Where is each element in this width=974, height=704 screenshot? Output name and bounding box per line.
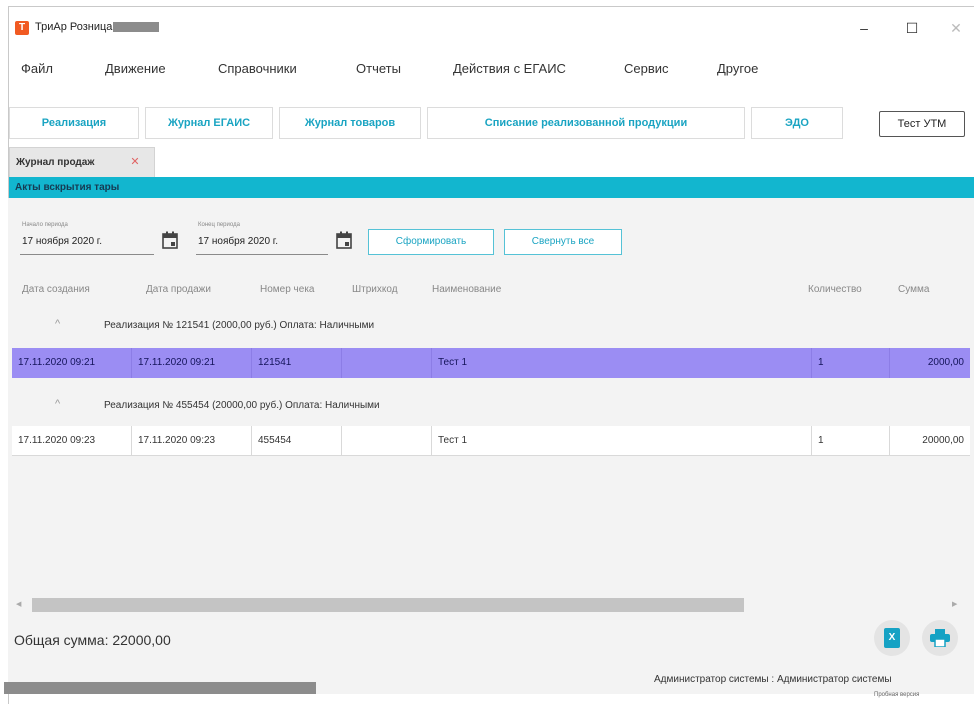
column-header-created[interactable]: Дата создания xyxy=(22,284,90,295)
total-sum: Общая сумма: 22000,00 xyxy=(14,632,171,648)
cell-created: 17.11.2020 09:23 xyxy=(12,426,132,456)
cell-qty: 1 xyxy=(812,348,890,378)
column-header-name[interactable]: Наименование xyxy=(432,284,501,295)
tab-sales-journal[interactable]: Журнал продаж ✕ xyxy=(9,147,155,177)
status-user: Администратор системы : Администратор си… xyxy=(654,674,892,685)
close-tab-icon[interactable]: ✕ xyxy=(128,155,142,169)
menu-references[interactable]: Справочники xyxy=(218,61,297,76)
test-utm-button[interactable]: Тест УТМ xyxy=(879,111,965,137)
column-header-sum[interactable]: Сумма xyxy=(898,284,929,295)
start-period-label: Начало периода xyxy=(22,222,68,228)
calendar-icon[interactable] xyxy=(162,231,178,249)
print-button[interactable] xyxy=(922,620,958,656)
tab-sales[interactable]: Реализация xyxy=(9,107,139,139)
group-title: Реализация № 121541 (2000,00 руб.) Оплат… xyxy=(104,320,375,331)
app-title: ТриАр Розница xyxy=(35,21,113,33)
tab-goods-journal[interactable]: Журнал товаров xyxy=(279,107,421,139)
cell-sold: 17.11.2020 09:23 xyxy=(132,426,252,456)
cell-sold: 17.11.2020 09:21 xyxy=(132,348,252,378)
generate-button[interactable]: Сформировать xyxy=(368,229,494,255)
app-logo-icon: Т xyxy=(15,21,29,35)
menu-other[interactable]: Другое xyxy=(717,61,758,76)
end-period-input[interactable]: 17 ноября 2020 г. xyxy=(198,236,278,247)
doc-tab-label: Журнал продаж xyxy=(16,157,95,168)
cell-name: Тест 1 xyxy=(432,426,812,456)
menu-service[interactable]: Сервис xyxy=(624,61,669,76)
scrollbar-thumb[interactable] xyxy=(32,598,744,612)
tab-write-off[interactable]: Списание реализованной продукции xyxy=(427,107,745,139)
minimize-button[interactable]: – xyxy=(851,17,877,39)
scroll-right-icon[interactable]: ▶ xyxy=(952,600,957,608)
excel-icon: X xyxy=(884,628,900,648)
horizontal-scrollbar[interactable]: ◀ ▶ xyxy=(10,596,962,614)
trial-version-label: Пробная версия xyxy=(874,692,920,698)
calendar-icon[interactable] xyxy=(336,231,352,249)
column-header-receipt[interactable]: Номер чека xyxy=(260,284,315,295)
chevron-up-icon[interactable]: ^ xyxy=(55,398,60,410)
maximize-button[interactable]: ☐ xyxy=(899,17,925,39)
cell-name: Тест 1 xyxy=(432,348,812,378)
table-row[interactable]: 17.11.2020 09:21 17.11.2020 09:21 121541… xyxy=(12,348,970,378)
end-period-label: Конец периода xyxy=(198,222,240,228)
cell-barcode xyxy=(342,426,432,456)
group-title: Реализация № 455454 (20000,00 руб.) Опла… xyxy=(104,400,380,411)
menu-movement[interactable]: Движение xyxy=(105,61,166,76)
scroll-left-icon[interactable]: ◀ xyxy=(16,600,21,608)
menu-file[interactable]: Файл xyxy=(21,61,53,76)
cell-barcode xyxy=(342,348,432,378)
close-button[interactable]: ✕ xyxy=(943,17,969,39)
title-bar: Т ТриАр Розница – ☐ ✕ xyxy=(9,7,974,47)
column-header-barcode[interactable]: Штрихкод xyxy=(352,284,398,295)
start-period-input[interactable]: 17 ноября 2020 г. xyxy=(22,236,102,247)
column-header-sold[interactable]: Дата продажи xyxy=(146,284,211,295)
export-excel-button[interactable]: X xyxy=(874,620,910,656)
redacted-status xyxy=(4,682,316,694)
cell-qty: 1 xyxy=(812,426,890,456)
end-period-underline xyxy=(196,254,328,255)
chevron-up-icon[interactable]: ^ xyxy=(55,318,60,330)
redacted-title-suffix xyxy=(113,22,159,32)
cell-sum: 2000,00 xyxy=(927,357,964,368)
group-row[interactable]: ^ Реализация № 455454 (20000,00 руб.) Оп… xyxy=(10,388,968,424)
tab-egais-journal[interactable]: Журнал ЕГАИС xyxy=(145,107,273,139)
printer-icon xyxy=(930,629,950,647)
menu-reports[interactable]: Отчеты xyxy=(356,61,401,76)
cell-receipt: 455454 xyxy=(252,426,342,456)
cell-created: 17.11.2020 09:21 xyxy=(12,348,132,378)
collapse-all-button[interactable]: Свернуть все xyxy=(504,229,622,255)
section-header: Акты вскрытия тары xyxy=(9,177,974,199)
cell-receipt: 121541 xyxy=(252,348,342,378)
cell-sum: 20000,00 xyxy=(922,435,964,446)
start-period-underline xyxy=(20,254,154,255)
tab-edo[interactable]: ЭДО xyxy=(751,107,843,139)
menu-egais-actions[interactable]: Действия с ЕГАИС xyxy=(453,61,566,76)
group-row[interactable]: ^ Реализация № 121541 (2000,00 руб.) Опл… xyxy=(10,308,968,344)
column-header-qty[interactable]: Количество xyxy=(808,284,862,295)
table-row[interactable]: 17.11.2020 09:23 17.11.2020 09:23 455454… xyxy=(12,426,970,456)
